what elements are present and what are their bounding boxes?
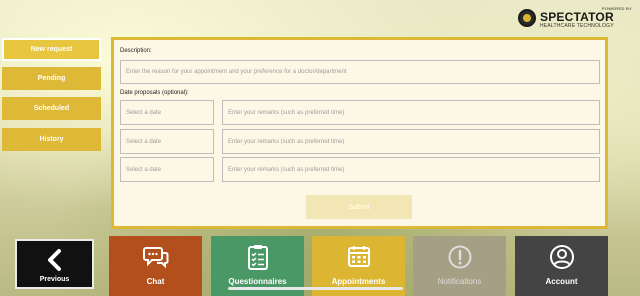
horizontal-scrollbar[interactable] [228,287,403,290]
appointment-request-form: Description: Enter the reason for your a… [111,37,608,229]
nav-chat-label: Chat [146,277,165,286]
alert-icon [447,244,473,275]
chevron-left-icon [46,249,64,276]
clipboard-icon [246,244,270,275]
calendar-icon [347,244,371,273]
chat-icon [142,244,169,275]
previous-label: Previous [39,276,70,283]
nav-notifications[interactable]: Notifications [413,236,506,296]
date-select-2[interactable]: Select a date [120,129,214,154]
remarks-input-3[interactable]: Enter your remarks (such as preferred ti… [222,157,600,182]
logo-name: SPECTATOR [540,10,614,24]
spectator-logo: POWERED BY SPECTATOR HEALTHCARE TECHNOLO… [518,6,634,30]
submit-button[interactable]: Submit [306,195,412,219]
side-menu-scheduled[interactable]: Scheduled [2,97,101,120]
date-proposals-label: Date proposals (optional): [120,90,189,96]
remarks-input-2[interactable]: Enter your remarks (such as preferred ti… [222,129,600,154]
date-select-1[interactable]: Select a date [120,100,214,125]
date-select-3[interactable]: Select a date [120,157,214,182]
logo-emblem-icon [518,9,536,27]
side-menu-history[interactable]: History [2,128,101,151]
nav-notifications-label: Notifications [437,277,482,286]
nav-questionnaires-label: Questionnaires [228,277,287,286]
nav-account-label: Account [545,277,578,286]
previous-button[interactable]: Previous [15,239,94,289]
nav-account[interactable]: Account [515,236,608,296]
side-menu-new-request[interactable]: New request [2,38,101,61]
remarks-input-1[interactable]: Enter your remarks (such as preferred ti… [222,100,600,125]
nav-appointments-label: Appointments [331,277,386,286]
description-input[interactable]: Enter the reason for your appointment an… [120,60,600,84]
logo-subtitle: HEALTHCARE TECHNOLOGY [540,23,614,29]
description-label: Description: [120,48,152,54]
user-icon [549,244,575,275]
side-menu-pending[interactable]: Pending [2,67,101,90]
nav-chat[interactable]: Chat [109,236,202,296]
